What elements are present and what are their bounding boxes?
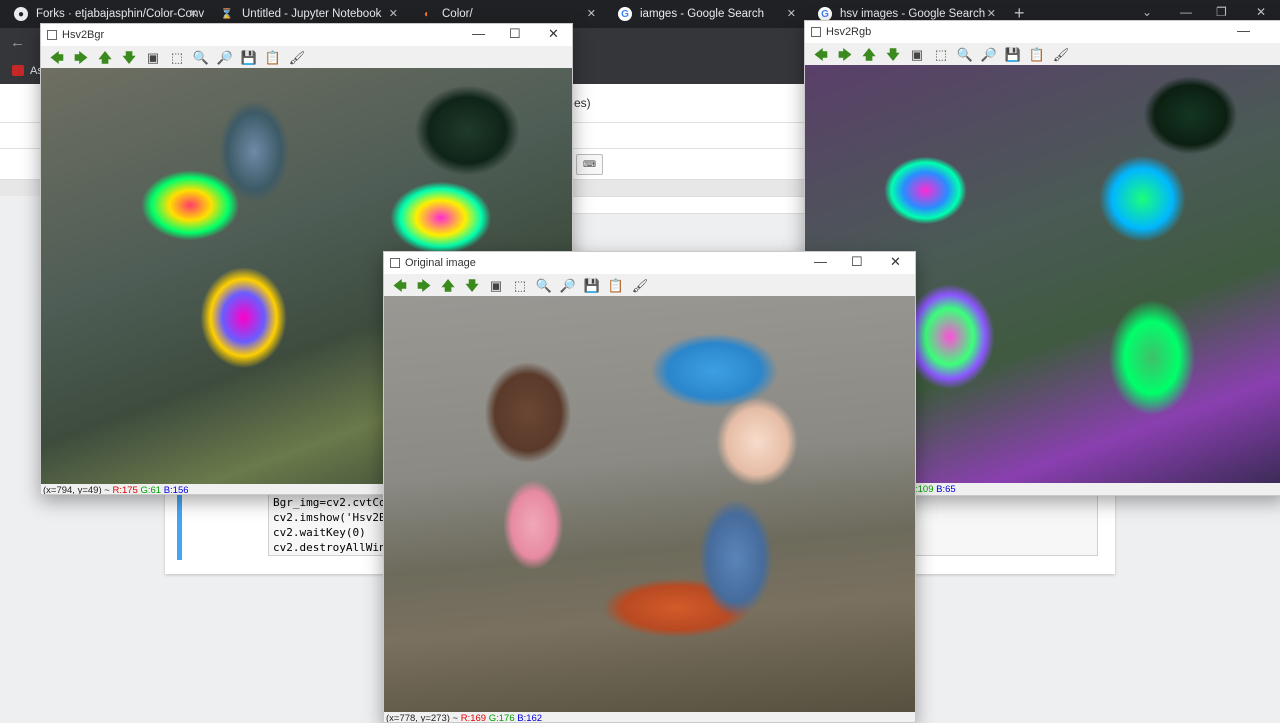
tab-title: Color/: [442, 8, 473, 20]
zoom-in-icon[interactable]: 🔍: [953, 44, 977, 64]
window-app-icon: [47, 30, 57, 40]
zoom-original-icon[interactable]: ⬚: [508, 275, 532, 295]
tab-iamges-search[interactable]: G iamges - Google Search ✕: [604, 0, 804, 28]
image-toolbar: 🡄 🡆 🡅 🡇 ▣ ⬚ 🔍 🔎 💾 📋 🖌: [41, 46, 572, 68]
image-canvas[interactable]: [384, 296, 915, 712]
tab-title: Forks · etjabajasphin/Color-Conv: [36, 8, 205, 20]
minimize-button[interactable]: —: [1237, 23, 1250, 38]
github-icon: ●: [14, 7, 28, 21]
window-titlebar[interactable]: Hsv2Bgr — ☐ ✕: [41, 24, 572, 46]
status-coordinates: (x=794, y=49) ~: [43, 485, 113, 495]
save-icon[interactable]: 💾: [580, 275, 604, 295]
pan-up-icon[interactable]: 🡅: [436, 275, 460, 295]
minimize-button[interactable]: —: [472, 26, 485, 41]
pan-right-icon[interactable]: 🡆: [412, 275, 436, 295]
close-icon[interactable]: ✕: [389, 7, 398, 20]
zoom-out-icon[interactable]: 🔎: [556, 275, 580, 295]
back-arrow-icon[interactable]: ←: [10, 34, 25, 51]
tab-title: Untitled - Jupyter Notebook: [242, 8, 382, 20]
copy-icon[interactable]: 📋: [1025, 44, 1049, 64]
image-toolbar: 🡄 🡆 🡅 🡇 ▣ ⬚ 🔍 🔎 💾 📋 🖌: [384, 274, 915, 296]
close-icon[interactable]: ✕: [587, 7, 596, 20]
copy-icon[interactable]: 📋: [261, 47, 285, 67]
close-icon[interactable]: ✕: [189, 7, 198, 20]
zoom-fit-icon[interactable]: ▣: [905, 44, 929, 64]
minimize-icon[interactable]: —: [1180, 5, 1192, 19]
save-icon[interactable]: 💾: [237, 47, 261, 67]
window-app-icon: [390, 258, 400, 268]
window-title: Hsv2Bgr: [62, 29, 105, 41]
google-icon: G: [618, 7, 632, 21]
pan-up-icon[interactable]: 🡅: [857, 44, 881, 64]
pan-left-icon[interactable]: 🡄: [45, 47, 69, 67]
close-button[interactable]: ✕: [548, 26, 559, 42]
maximize-icon[interactable]: ❐: [1216, 5, 1227, 19]
tab-title: hsv images - Google Search: [840, 8, 986, 20]
status-g-value: G:176: [488, 713, 515, 723]
hourglass-icon: ⌛: [220, 8, 234, 20]
maximize-button[interactable]: ☐: [509, 26, 521, 42]
status-g-value: :109: [915, 484, 934, 495]
zoom-original-icon[interactable]: ⬚: [165, 47, 189, 67]
google-icon: G: [818, 7, 832, 21]
close-icon[interactable]: ✕: [787, 7, 796, 20]
pan-up-icon[interactable]: 🡅: [93, 47, 117, 67]
notebook-strip: [573, 196, 804, 214]
pan-right-icon[interactable]: 🡆: [833, 44, 857, 64]
maximize-button[interactable]: ☐: [851, 254, 863, 270]
pan-right-icon[interactable]: 🡆: [69, 47, 93, 67]
window-title: Original image: [405, 257, 476, 269]
zoom-original-icon[interactable]: ⬚: [929, 44, 953, 64]
zoom-in-icon[interactable]: 🔍: [532, 275, 556, 295]
acrobat-icon: [12, 65, 24, 76]
pan-down-icon[interactable]: 🡇: [117, 47, 141, 67]
tab-search-icon[interactable]: ⌄: [1142, 5, 1152, 19]
close-icon[interactable]: ✕: [987, 7, 996, 20]
zoom-fit-icon[interactable]: ▣: [141, 47, 165, 67]
minimize-button[interactable]: —: [814, 254, 827, 269]
cell-selection-bar: [177, 492, 182, 560]
status-r-value: R:169: [460, 713, 487, 723]
status-b-value: B:162: [517, 713, 543, 723]
properties-icon[interactable]: 🖌: [1049, 44, 1073, 64]
window-titlebar[interactable]: Hsv2Rgb —: [805, 21, 1280, 43]
jupyter-icon: ◐: [423, 8, 431, 20]
close-button[interactable]: ✕: [890, 254, 901, 270]
pan-down-icon[interactable]: 🡇: [881, 44, 905, 64]
save-icon[interactable]: 💾: [1001, 44, 1025, 64]
status-g-value: G:61: [140, 485, 162, 495]
tab-title: iamges - Google Search: [640, 8, 765, 20]
status-r-value: R:175: [112, 485, 138, 495]
pan-left-icon[interactable]: 🡄: [388, 275, 412, 295]
zoom-fit-icon[interactable]: ▣: [484, 275, 508, 295]
zoom-out-icon[interactable]: 🔎: [213, 47, 237, 67]
pan-down-icon[interactable]: 🡇: [460, 275, 484, 295]
window-original-image[interactable]: Original image — ☐ ✕ 🡄 🡆 🡅 🡇 ▣ ⬚ 🔍 🔎 💾 📋 🖌 (x=778,…: [383, 251, 916, 723]
pan-left-icon[interactable]: 🡄: [809, 44, 833, 64]
close-icon[interactable]: ✕: [1256, 5, 1266, 19]
window-title: Hsv2Rgb: [826, 26, 872, 38]
status-b-value: B:65: [936, 484, 956, 495]
header-fragment: es): [574, 96, 591, 110]
status-coordinates: (x=778, y=273) ~: [386, 713, 461, 723]
properties-icon[interactable]: 🖌: [628, 275, 652, 295]
zoom-out-icon[interactable]: 🔎: [977, 44, 1001, 64]
window-app-icon: [811, 27, 821, 37]
status-b-value: B:156: [163, 485, 189, 495]
window-titlebar[interactable]: Original image — ☐ ✕: [384, 252, 915, 274]
keyboard-shortcuts-button[interactable]: ⌨: [576, 154, 603, 175]
image-toolbar: 🡄 🡆 🡅 🡇 ▣ ⬚ 🔍 🔎 💾 📋 🖌: [805, 43, 1280, 65]
status-bar: (x=778, y=273) ~ R:169 G:176 B:162: [384, 712, 915, 723]
zoom-in-icon[interactable]: 🔍: [189, 47, 213, 67]
properties-icon[interactable]: 🖌: [285, 47, 309, 67]
copy-icon[interactable]: 📋: [604, 275, 628, 295]
